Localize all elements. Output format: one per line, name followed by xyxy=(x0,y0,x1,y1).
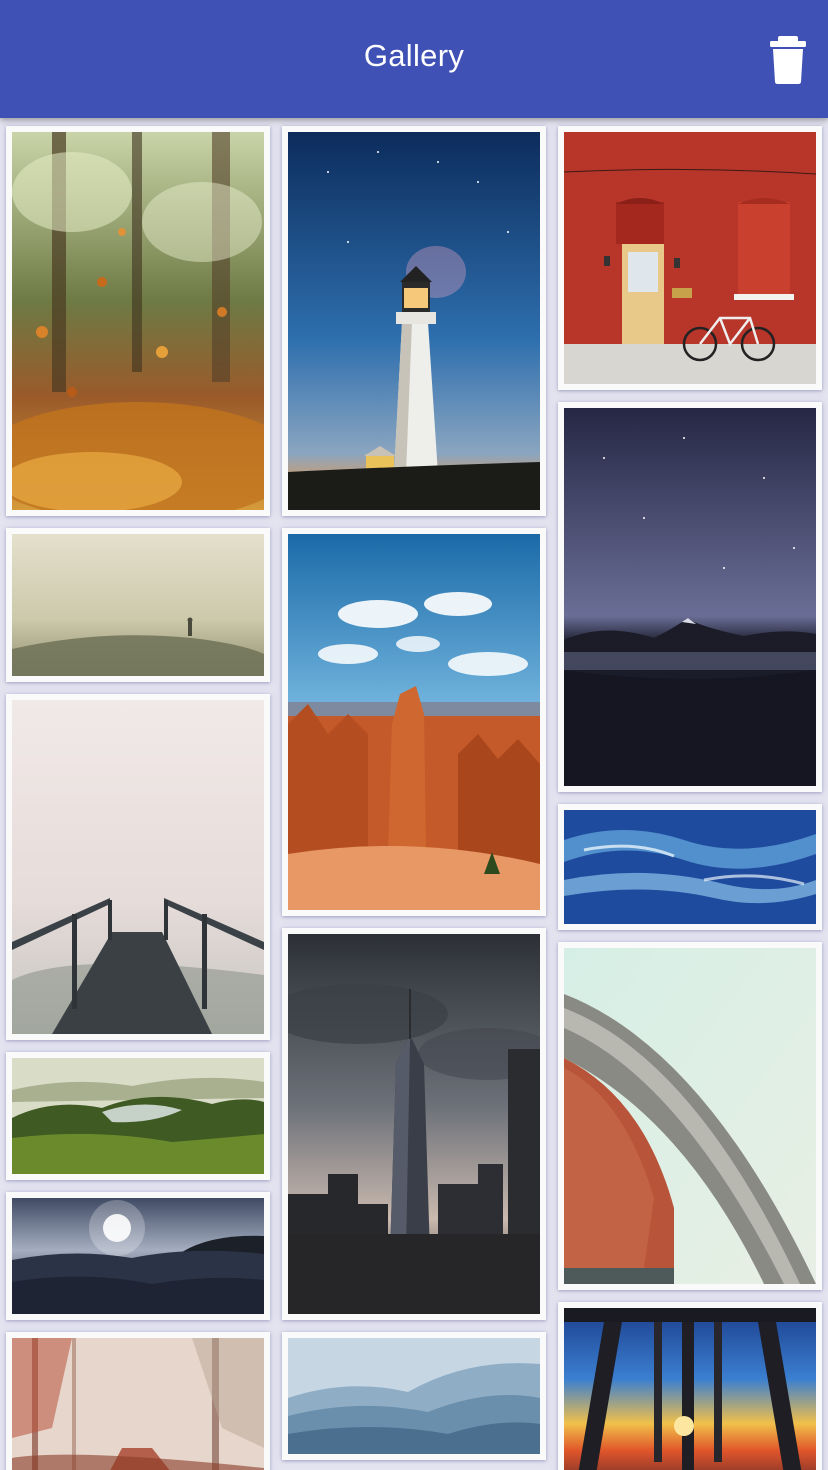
photo-lighthouse xyxy=(288,132,540,510)
gallery-item-night-lake-mountain[interactable] xyxy=(558,402,822,792)
gallery-item-misty-forest[interactable] xyxy=(6,1332,270,1470)
photo-foggy-hill xyxy=(12,534,264,676)
gallery-item-canyon[interactable] xyxy=(282,528,546,916)
photo-blue-mountains xyxy=(288,1338,540,1454)
gallery-item-red-building-bicycle[interactable] xyxy=(558,126,822,390)
gallery-item-foggy-pier[interactable] xyxy=(6,694,270,1040)
app-bar: Gallery xyxy=(0,0,828,118)
photo-grid xyxy=(0,118,828,1470)
app-title: Gallery xyxy=(363,38,465,73)
photo-blue-waves xyxy=(564,810,816,924)
photo-night-lake xyxy=(564,408,816,786)
gallery-item-skyscraper[interactable] xyxy=(282,928,546,1320)
photo-canyon xyxy=(288,534,540,910)
gallery-item-pier-sunset[interactable] xyxy=(558,1302,822,1470)
photo-curved-building xyxy=(564,948,816,1284)
photo-red-building xyxy=(564,132,816,384)
gallery-item-blue-waves[interactable] xyxy=(558,804,822,930)
gallery-item-forest-lake[interactable] xyxy=(6,1052,270,1180)
gallery-item-lighthouse[interactable] xyxy=(282,126,546,516)
photo-ocean-sunset xyxy=(12,1198,264,1314)
gallery-item-autumn-leaves[interactable] xyxy=(6,126,270,516)
gallery-item-ocean-sunset[interactable] xyxy=(6,1192,270,1320)
photo-autumn-leaves xyxy=(12,132,264,510)
photo-misty-forest xyxy=(12,1338,264,1470)
photo-forest-lake xyxy=(12,1058,264,1174)
photo-pier-sunset xyxy=(564,1308,816,1470)
gallery-item-curved-building[interactable] xyxy=(558,942,822,1290)
gallery-item-blue-mountains[interactable] xyxy=(282,1332,546,1460)
photo-foggy-pier xyxy=(12,700,264,1034)
photo-skyscraper xyxy=(288,934,540,1314)
trash-icon[interactable] xyxy=(765,34,811,86)
gallery-item-foggy-hill[interactable] xyxy=(6,528,270,682)
